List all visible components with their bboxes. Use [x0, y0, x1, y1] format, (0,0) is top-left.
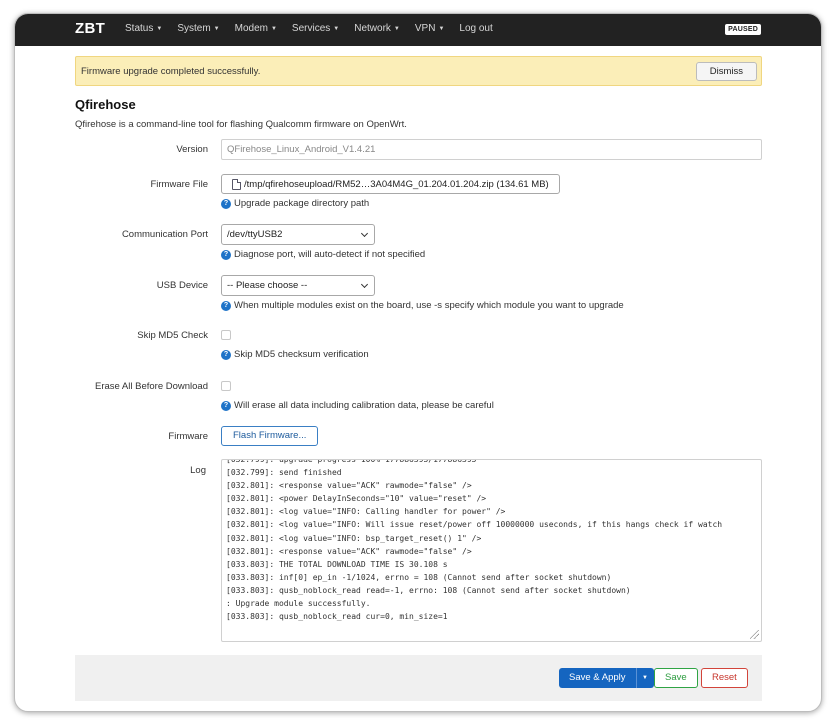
- version-label: Version: [176, 144, 208, 155]
- firmware-file-field: /tmp/qfirehoseupload/RM52…3A04M4G_01.204…: [221, 174, 560, 194]
- nav-label: Services: [291, 23, 331, 34]
- log-line: [032.799]: upgrade progress 100% 1778863…: [226, 459, 477, 464]
- firmware-label: Firmware: [168, 431, 208, 442]
- skip-md5-label: Skip MD5 Check: [137, 330, 208, 341]
- help-icon: ?: [221, 249, 231, 260]
- nav-label: System: [177, 23, 211, 34]
- version-field: QFirehose_Linux_Android_V1.4.21: [221, 139, 762, 160]
- caret-down-icon: ▼: [270, 26, 277, 32]
- nav-label: Status: [125, 23, 154, 34]
- log-label: Log: [190, 465, 206, 476]
- log-line: [032.801]: <power DelayInSeconds="10" va…: [226, 494, 487, 504]
- nav-item-modem[interactable]: Modem ▼: [235, 23, 277, 34]
- save-button[interactable]: Save: [654, 668, 698, 688]
- skip-md5-field: [221, 330, 231, 340]
- log-line: [032.801]: <log value="INFO: bsp_target_…: [226, 533, 482, 543]
- page-description: Qfirehose is a command-line tool for fla…: [75, 119, 407, 130]
- nav-label: Log out: [459, 23, 493, 34]
- select-value: /dev/ttyUSB2: [227, 229, 283, 240]
- usb-device-select[interactable]: -- Please choose --: [221, 275, 375, 296]
- skip-md5-checkbox[interactable]: [221, 330, 231, 340]
- firmware-file-button[interactable]: /tmp/qfirehoseupload/RM52…3A04M4G_01.204…: [221, 174, 560, 194]
- resize-grip-icon[interactable]: [750, 630, 759, 639]
- caret-down-icon: ▼: [156, 26, 163, 32]
- nav-item-logout[interactable]: Log out: [459, 23, 492, 34]
- save-apply-group: Save & Apply ▼: [559, 668, 654, 688]
- nav-label: Network: [354, 23, 391, 34]
- erase-all-checkbox[interactable]: [221, 381, 231, 391]
- alert-message: Firmware upgrade completed successfully.: [81, 66, 261, 77]
- save-apply-dropdown-icon[interactable]: ▼: [636, 668, 654, 688]
- comm-port-help: ? Diagnose port, will auto-detect if not…: [221, 249, 425, 260]
- brand-logo[interactable]: ZBT: [75, 20, 105, 37]
- log-line: [032.801]: <log value="INFO: Will issue …: [226, 520, 723, 530]
- log-line: [032.801]: <log value="INFO: Calling han…: [226, 507, 506, 517]
- firmware-file-label: Firmware File: [150, 179, 208, 190]
- version-field-wrap: QFirehose_Linux_Android_V1.4.21: [221, 139, 762, 160]
- help-text: When multiple modules exist on the board…: [234, 300, 624, 311]
- chevron-down-icon: [360, 280, 369, 289]
- usb-device-help: ? When multiple modules exist on the boa…: [221, 300, 624, 311]
- log-line: [033.803]: qusb_noblock_read cur=0, min_…: [226, 612, 448, 622]
- help-icon: ?: [221, 400, 231, 411]
- success-alert: Firmware upgrade completed successfully.…: [75, 56, 762, 86]
- page-title: Qfirehose: [75, 97, 136, 112]
- nav-label: VPN: [414, 23, 436, 34]
- log-line: [033.803]: THE TOTAL DOWNLOAD TIME IS 30…: [226, 559, 448, 569]
- usb-device-field: -- Please choose --: [221, 275, 375, 296]
- caret-down-icon: ▼: [213, 26, 220, 32]
- file-icon: [232, 178, 241, 190]
- erase-all-label: Erase All Before Download: [94, 381, 208, 392]
- log-line: [033.803]: qusb_noblock_read read=-1, er…: [226, 585, 631, 595]
- nav-item-network[interactable]: Network ▼: [354, 23, 400, 34]
- log-content: [032.799]: upgrade progress 100% 1778863…: [226, 459, 761, 623]
- select-value: -- Please choose --: [227, 280, 308, 291]
- nav-menu: Status ▼ System ▼ Modem ▼ Services ▼ Network…: [125, 23, 508, 34]
- usb-device-label: USB Device: [156, 280, 208, 291]
- comm-port-label: Communication Port: [121, 229, 208, 240]
- firmware-file-help: ? Upgrade package directory path: [221, 198, 369, 209]
- log-line: : Upgrade module successfully.: [226, 599, 371, 609]
- nav-item-system[interactable]: System ▼: [177, 23, 219, 34]
- log-line: [032.799]: send finished: [226, 468, 342, 478]
- help-text: Upgrade package directory path: [234, 198, 370, 209]
- nav-label: Modem: [234, 23, 268, 34]
- erase-all-help: ? Will erase all data including calibrat…: [221, 400, 494, 411]
- help-icon: ?: [221, 300, 231, 311]
- log-textarea[interactable]: [032.799]: upgrade progress 100% 1778863…: [221, 459, 762, 642]
- log-line: [032.801]: <response value="ACK" rawmode…: [226, 481, 472, 491]
- help-text: Skip MD5 checksum verification: [234, 349, 369, 360]
- nav-item-status[interactable]: Status ▼: [125, 23, 162, 34]
- firmware-field: Flash Firmware...: [221, 426, 319, 446]
- caret-down-icon: ▼: [438, 26, 445, 32]
- top-navbar: ZBT Status ▼ System ▼ Modem ▼ Services ▼ Net…: [15, 14, 821, 46]
- flash-firmware-button[interactable]: Flash Firmware...: [221, 426, 319, 446]
- browser-window: ZBT Status ▼ System ▼ Modem ▼ Services ▼ Net…: [14, 13, 822, 712]
- caret-down-icon: ▼: [393, 26, 400, 32]
- comm-port-select[interactable]: /dev/ttyUSB2: [221, 224, 375, 245]
- log-line: [032.801]: <response value="ACK" rawmode…: [226, 546, 472, 556]
- save-apply-button[interactable]: Save & Apply: [559, 668, 637, 688]
- firmware-file-name: /tmp/qfirehoseupload/RM52…3A04M4G_01.204…: [244, 178, 549, 190]
- nav-item-services[interactable]: Services ▼: [292, 23, 339, 34]
- dismiss-button[interactable]: Dismiss: [695, 62, 757, 81]
- help-icon: ?: [221, 198, 231, 209]
- log-line: [033.803]: inf[0] ep_in -1/1024, errno =…: [226, 572, 612, 582]
- reset-button[interactable]: Reset: [701, 668, 748, 688]
- comm-port-field: /dev/ttyUSB2: [221, 224, 375, 245]
- caret-down-icon: ▼: [333, 26, 340, 32]
- chevron-down-icon: [360, 229, 369, 238]
- help-text: Diagnose port, will auto-detect if not s…: [234, 249, 426, 260]
- paused-badge: PAUSED: [725, 24, 761, 35]
- erase-all-field: [221, 381, 231, 391]
- help-text: Will erase all data including calibratio…: [234, 400, 494, 411]
- nav-item-vpn[interactable]: VPN ▼: [415, 23, 445, 34]
- help-icon: ?: [221, 349, 231, 360]
- form-footer: Save & Apply ▼ Save Reset: [75, 655, 762, 701]
- skip-md5-help: ? Skip MD5 checksum verification: [221, 349, 369, 360]
